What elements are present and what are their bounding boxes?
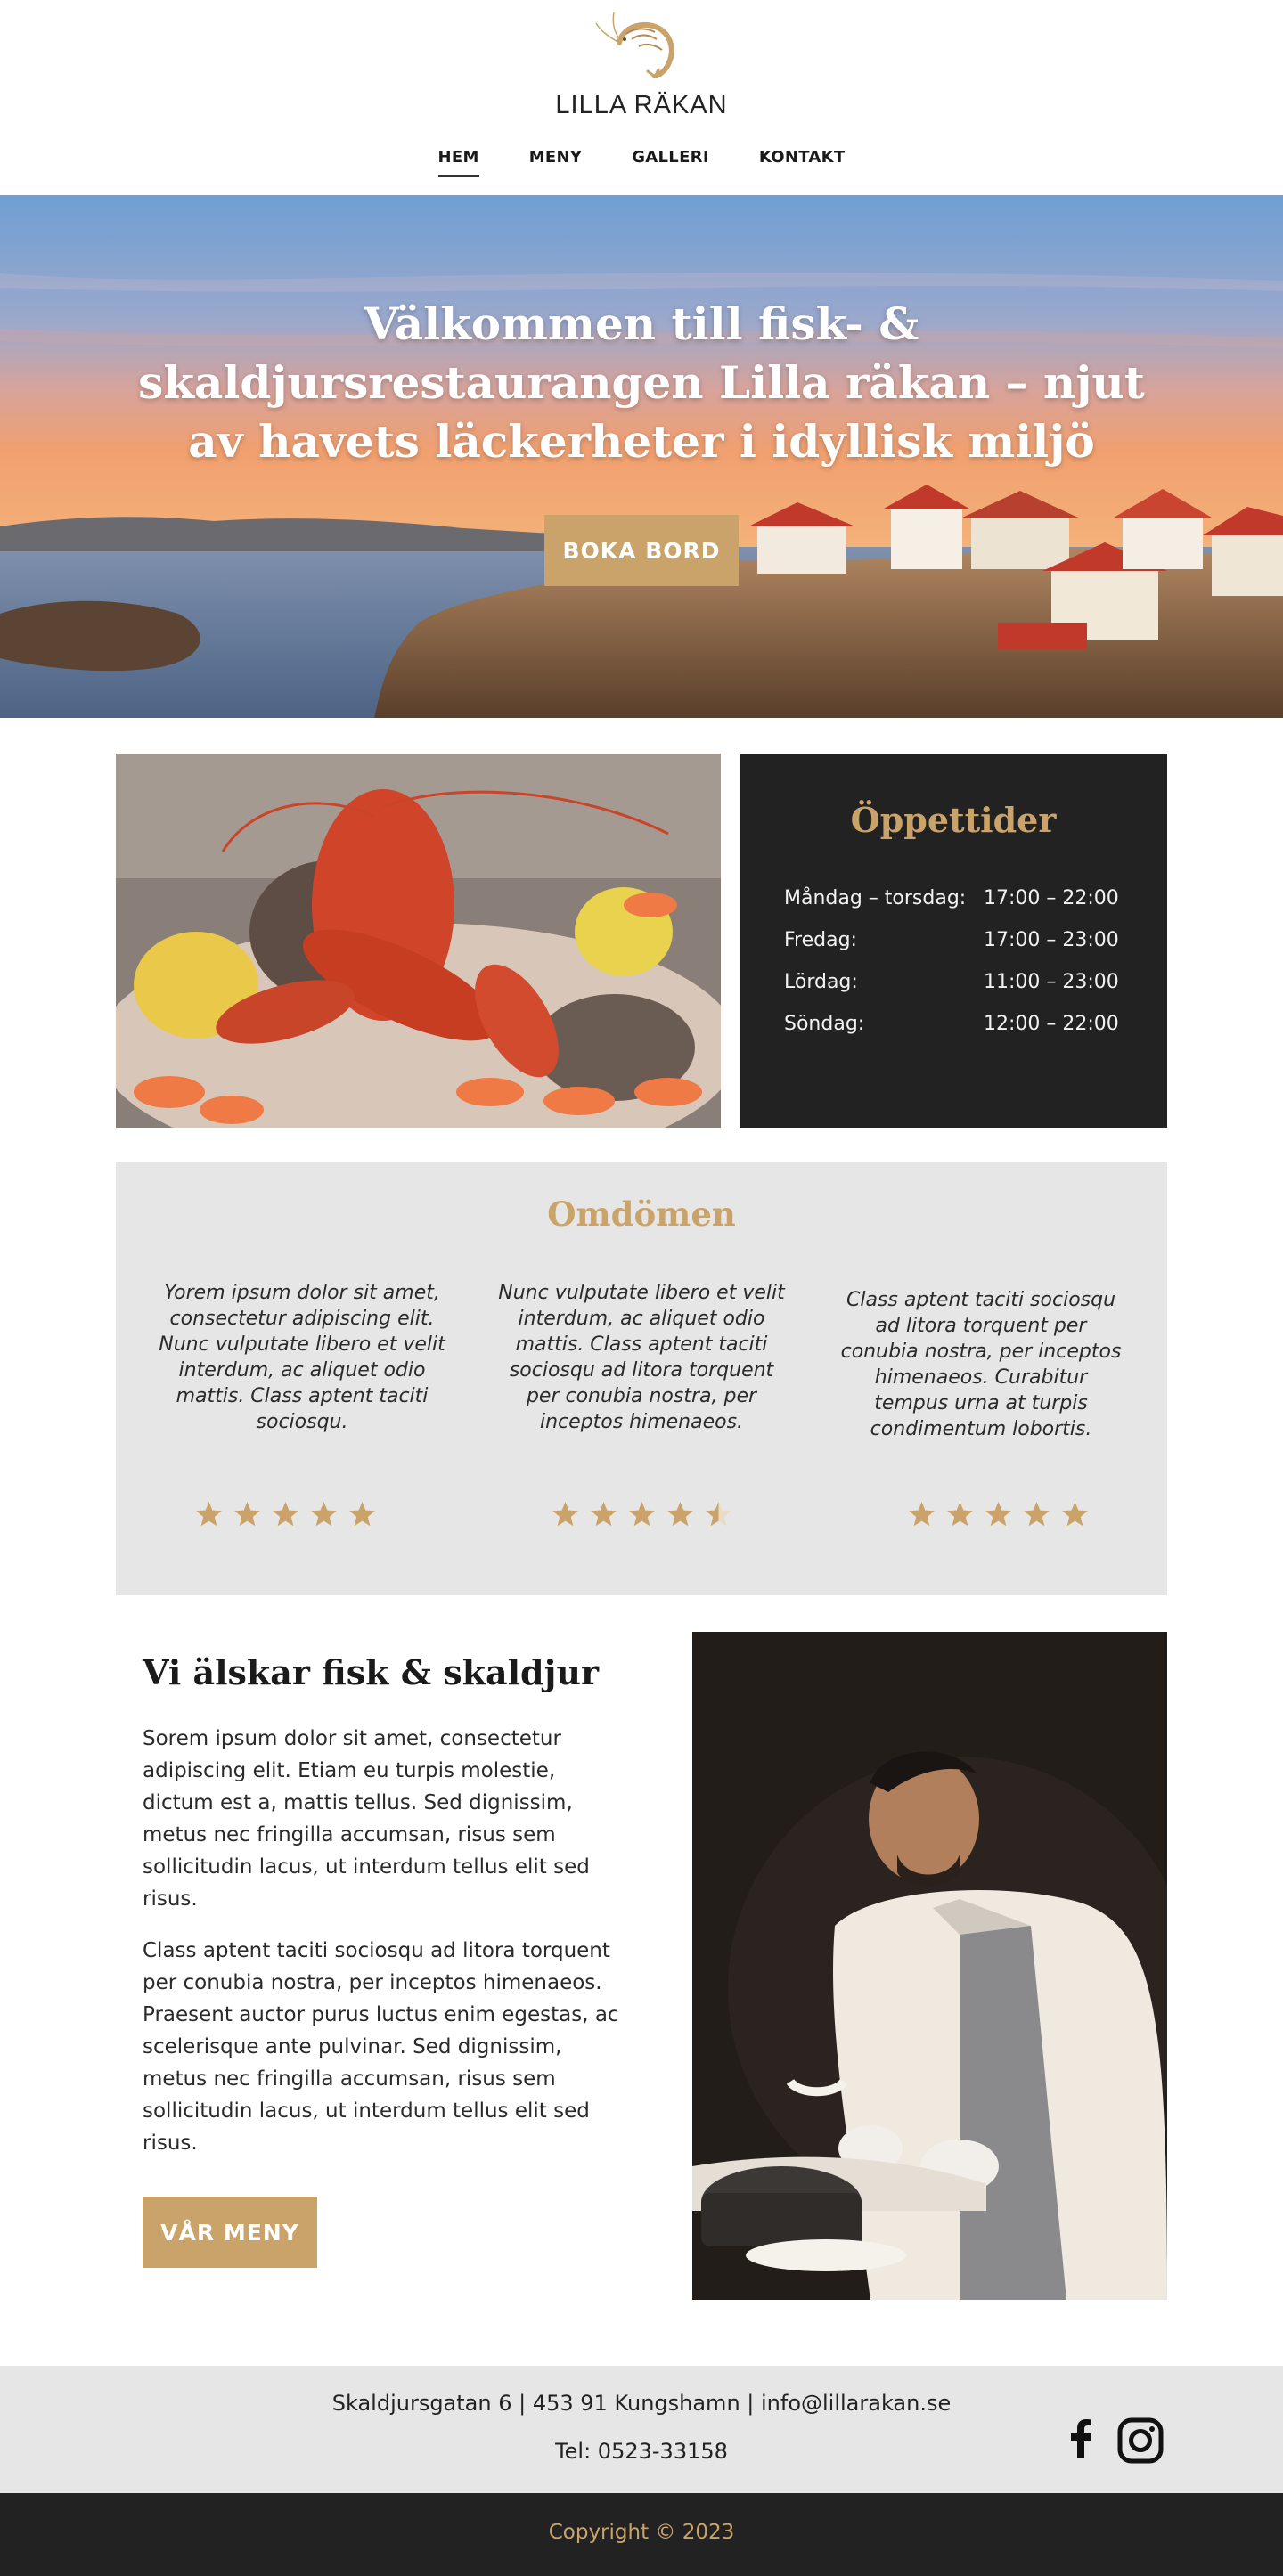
hours-day: Lördag:	[784, 971, 858, 993]
brand-name: LILLA RÄKAN	[555, 91, 728, 119]
hours-time: 12:00 – 22:00	[984, 1013, 1119, 1035]
intro-row: Öppettider Måndag – torsdag: 17:00 – 22:…	[0, 718, 1283, 1128]
star-icon	[196, 1502, 222, 1527]
opening-hours-table: Måndag – torsdag: 17:00 – 22:00 Fredag: …	[784, 877, 1119, 1045]
star-icon	[629, 1502, 655, 1527]
star-icon	[234, 1502, 260, 1527]
instagram-icon[interactable]	[1117, 2417, 1164, 2467]
review-text: Nunc vulputate libero et velit interdum,…	[498, 1282, 785, 1433]
hours-row: Söndag: 12:00 – 22:00	[784, 1003, 1119, 1045]
review-rating	[552, 1501, 732, 1528]
nav-item-hem[interactable]: HEM	[437, 144, 479, 177]
star-icon	[909, 1502, 935, 1527]
site-footer: Skaldjursgatan 6 | 453 91 Kungshamn | in…	[0, 2366, 1283, 2493]
reviews-section: Omdömen Yorem ipsum dolor sit amet, cons…	[116, 1162, 1167, 1595]
hours-row: Fredag: 17:00 – 23:00	[784, 919, 1119, 961]
reviews-title: Omdömen	[547, 1194, 736, 1234]
opening-hours-title: Öppettider	[850, 800, 1057, 840]
nav-item-kontakt[interactable]: KONTAKT	[759, 144, 846, 177]
star-icon	[667, 1502, 693, 1527]
hours-day: Fredag:	[784, 929, 857, 951]
star-icon	[591, 1502, 617, 1527]
logo[interactable]: LILLA RÄKAN	[0, 7, 1283, 120]
about-paragraph: Sorem ipsum dolor sit amet, consectetur …	[143, 1727, 590, 1911]
copyright-text: Copyright © 2023	[548, 2521, 735, 2544]
about-title: Vi älskar fisk & skaldjur	[143, 1652, 599, 1692]
star-icon	[311, 1502, 337, 1527]
star-icon	[552, 1502, 578, 1527]
book-table-button[interactable]: BOKA BORD	[544, 515, 739, 586]
footer-address: Skaldjursgatan 6 | 453 91 Kungshamn | in…	[331, 2391, 952, 2416]
hours-time: 11:00 – 23:00	[984, 971, 1119, 993]
chef-photo	[692, 1632, 1167, 2300]
hours-day: Söndag:	[784, 1013, 865, 1035]
hero-title: Välkommen till fisk- & skaldjursrestaura…	[138, 298, 1145, 468]
review-text: Class aptent taciti sociosqu ad litora t…	[840, 1289, 1122, 1440]
hours-row: Måndag – torsdag: 17:00 – 22:00	[784, 877, 1119, 919]
our-menu-button[interactable]: VÅR MENY	[143, 2197, 317, 2268]
star-icon	[1062, 1502, 1088, 1527]
about-paragraph: Class aptent taciti sociosqu ad litora t…	[143, 1939, 619, 2155]
star-icon	[985, 1502, 1011, 1527]
star-icon	[273, 1502, 298, 1527]
hours-day: Måndag – torsdag:	[784, 887, 967, 909]
copyright-bar: Copyright © 2023	[0, 2493, 1283, 2576]
facebook-icon[interactable]	[1067, 2419, 1094, 2462]
review-rating	[908, 1501, 1089, 1528]
star-icon	[1024, 1502, 1050, 1527]
nav-item-meny[interactable]: MENY	[529, 144, 583, 177]
nav-item-galleri[interactable]: GALLERI	[632, 144, 709, 177]
review-rating	[195, 1501, 376, 1528]
hours-row: Lördag: 11:00 – 23:00	[784, 961, 1119, 1003]
star-icon	[349, 1502, 375, 1527]
star-icon	[947, 1502, 973, 1527]
star-icon	[706, 1502, 731, 1527]
opening-hours-panel: Öppettider Måndag – torsdag: 17:00 – 22:…	[740, 754, 1167, 1128]
main-nav: HEM MENY GALLERI KONTAKT	[0, 144, 1283, 177]
hours-time: 17:00 – 23:00	[984, 929, 1119, 951]
hours-time: 17:00 – 22:00	[984, 887, 1119, 909]
review-text: Yorem ipsum dolor sit amet, consectetur …	[159, 1282, 445, 1433]
hero-banner: Välkommen till fisk- & skaldjursrestaura…	[0, 195, 1283, 718]
shrimp-icon	[595, 12, 674, 78]
site-header: LILLA RÄKAN HEM MENY GALLERI KONTAKT	[0, 0, 1283, 195]
seafood-platter-image	[116, 754, 721, 1128]
